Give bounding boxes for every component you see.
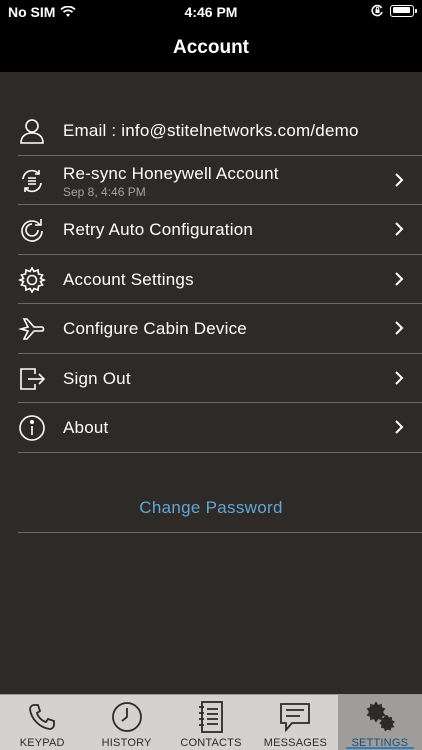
- info-icon: [18, 414, 46, 442]
- airplane-icon: [18, 315, 46, 343]
- page-title: Account: [173, 37, 249, 58]
- email-row: Email : info@stitelnetworks.com/demo: [18, 106, 422, 156]
- tab-messages-label: MESSAGES: [263, 737, 328, 749]
- resync-account-row[interactable]: Re-sync Honeywell Account Sep 8, 4:46 PM: [18, 156, 422, 205]
- account-settings-row[interactable]: Account Settings: [17, 255, 422, 304]
- tab-keypad-label: KEYPAD: [19, 737, 65, 749]
- message-icon: [253, 700, 337, 734]
- address-book-icon: [169, 700, 253, 734]
- gear-icon: [17, 265, 47, 294]
- chevron-right-icon: [394, 222, 404, 236]
- email-label: Email : info@stitelnetworks.com/demo: [63, 121, 359, 140]
- orientation-lock-icon: [371, 4, 383, 17]
- retry-label: Retry Auto Configuration: [63, 220, 254, 239]
- sync-icon: [18, 167, 46, 195]
- chevron-right-icon: [394, 172, 404, 187]
- configure-cabin-label: Configure Cabin Device: [63, 319, 247, 338]
- tab-bar: KEYPAD HISTORY CONTACTS MESSAGES SETTING…: [0, 694, 422, 750]
- battery-icon: [390, 4, 417, 17]
- tab-contacts-label: CONTACTS: [180, 737, 242, 749]
- configure-cabin-device-row[interactable]: Configure Cabin Device: [18, 304, 422, 354]
- sign-out-icon: [18, 365, 46, 393]
- tab-history-label: HISTORY: [101, 737, 152, 749]
- sign-out-label: Sign Out: [63, 368, 131, 388]
- status-time: 4:46 PM: [184, 4, 238, 20]
- account-settings-label: Account Settings: [63, 269, 194, 289]
- user-icon: [18, 117, 46, 145]
- navigation-bar: Account: [0, 24, 422, 72]
- clock-icon: [84, 700, 168, 734]
- tab-keypad[interactable]: KEYPAD: [0, 695, 84, 750]
- phone-icon: [0, 700, 84, 734]
- tab-history[interactable]: HISTORY: [84, 695, 168, 750]
- retry-auto-configuration-row[interactable]: Retry Auto Configuration: [18, 205, 422, 255]
- gears-icon: [338, 700, 422, 734]
- refresh-icon: [18, 216, 46, 244]
- account-menu: Email : info@stitelnetworks.com/demo Re-…: [0, 106, 422, 453]
- status-bar: No SIM 4:46 PM: [0, 0, 422, 24]
- chevron-right-icon: [394, 321, 404, 335]
- chevron-right-icon: [394, 271, 404, 286]
- change-password-link[interactable]: Change Password: [0, 498, 422, 518]
- tab-contacts[interactable]: CONTACTS: [169, 695, 253, 750]
- status-right: [371, 4, 417, 17]
- about-row[interactable]: About: [18, 403, 422, 453]
- divider: [18, 532, 422, 533]
- chevron-right-icon: [394, 370, 404, 385]
- tab-settings[interactable]: SETTINGS: [337, 695, 422, 750]
- resync-label: Re-sync Honeywell Account: [63, 163, 279, 183]
- sign-out-row[interactable]: Sign Out: [18, 354, 422, 403]
- about-label: About: [63, 418, 109, 437]
- chevron-right-icon: [394, 420, 404, 434]
- active-tab-indicator: [345, 747, 415, 749]
- tab-messages[interactable]: MESSAGES: [253, 695, 337, 750]
- resync-timestamp: Sep 8, 4:46 PM: [63, 184, 146, 199]
